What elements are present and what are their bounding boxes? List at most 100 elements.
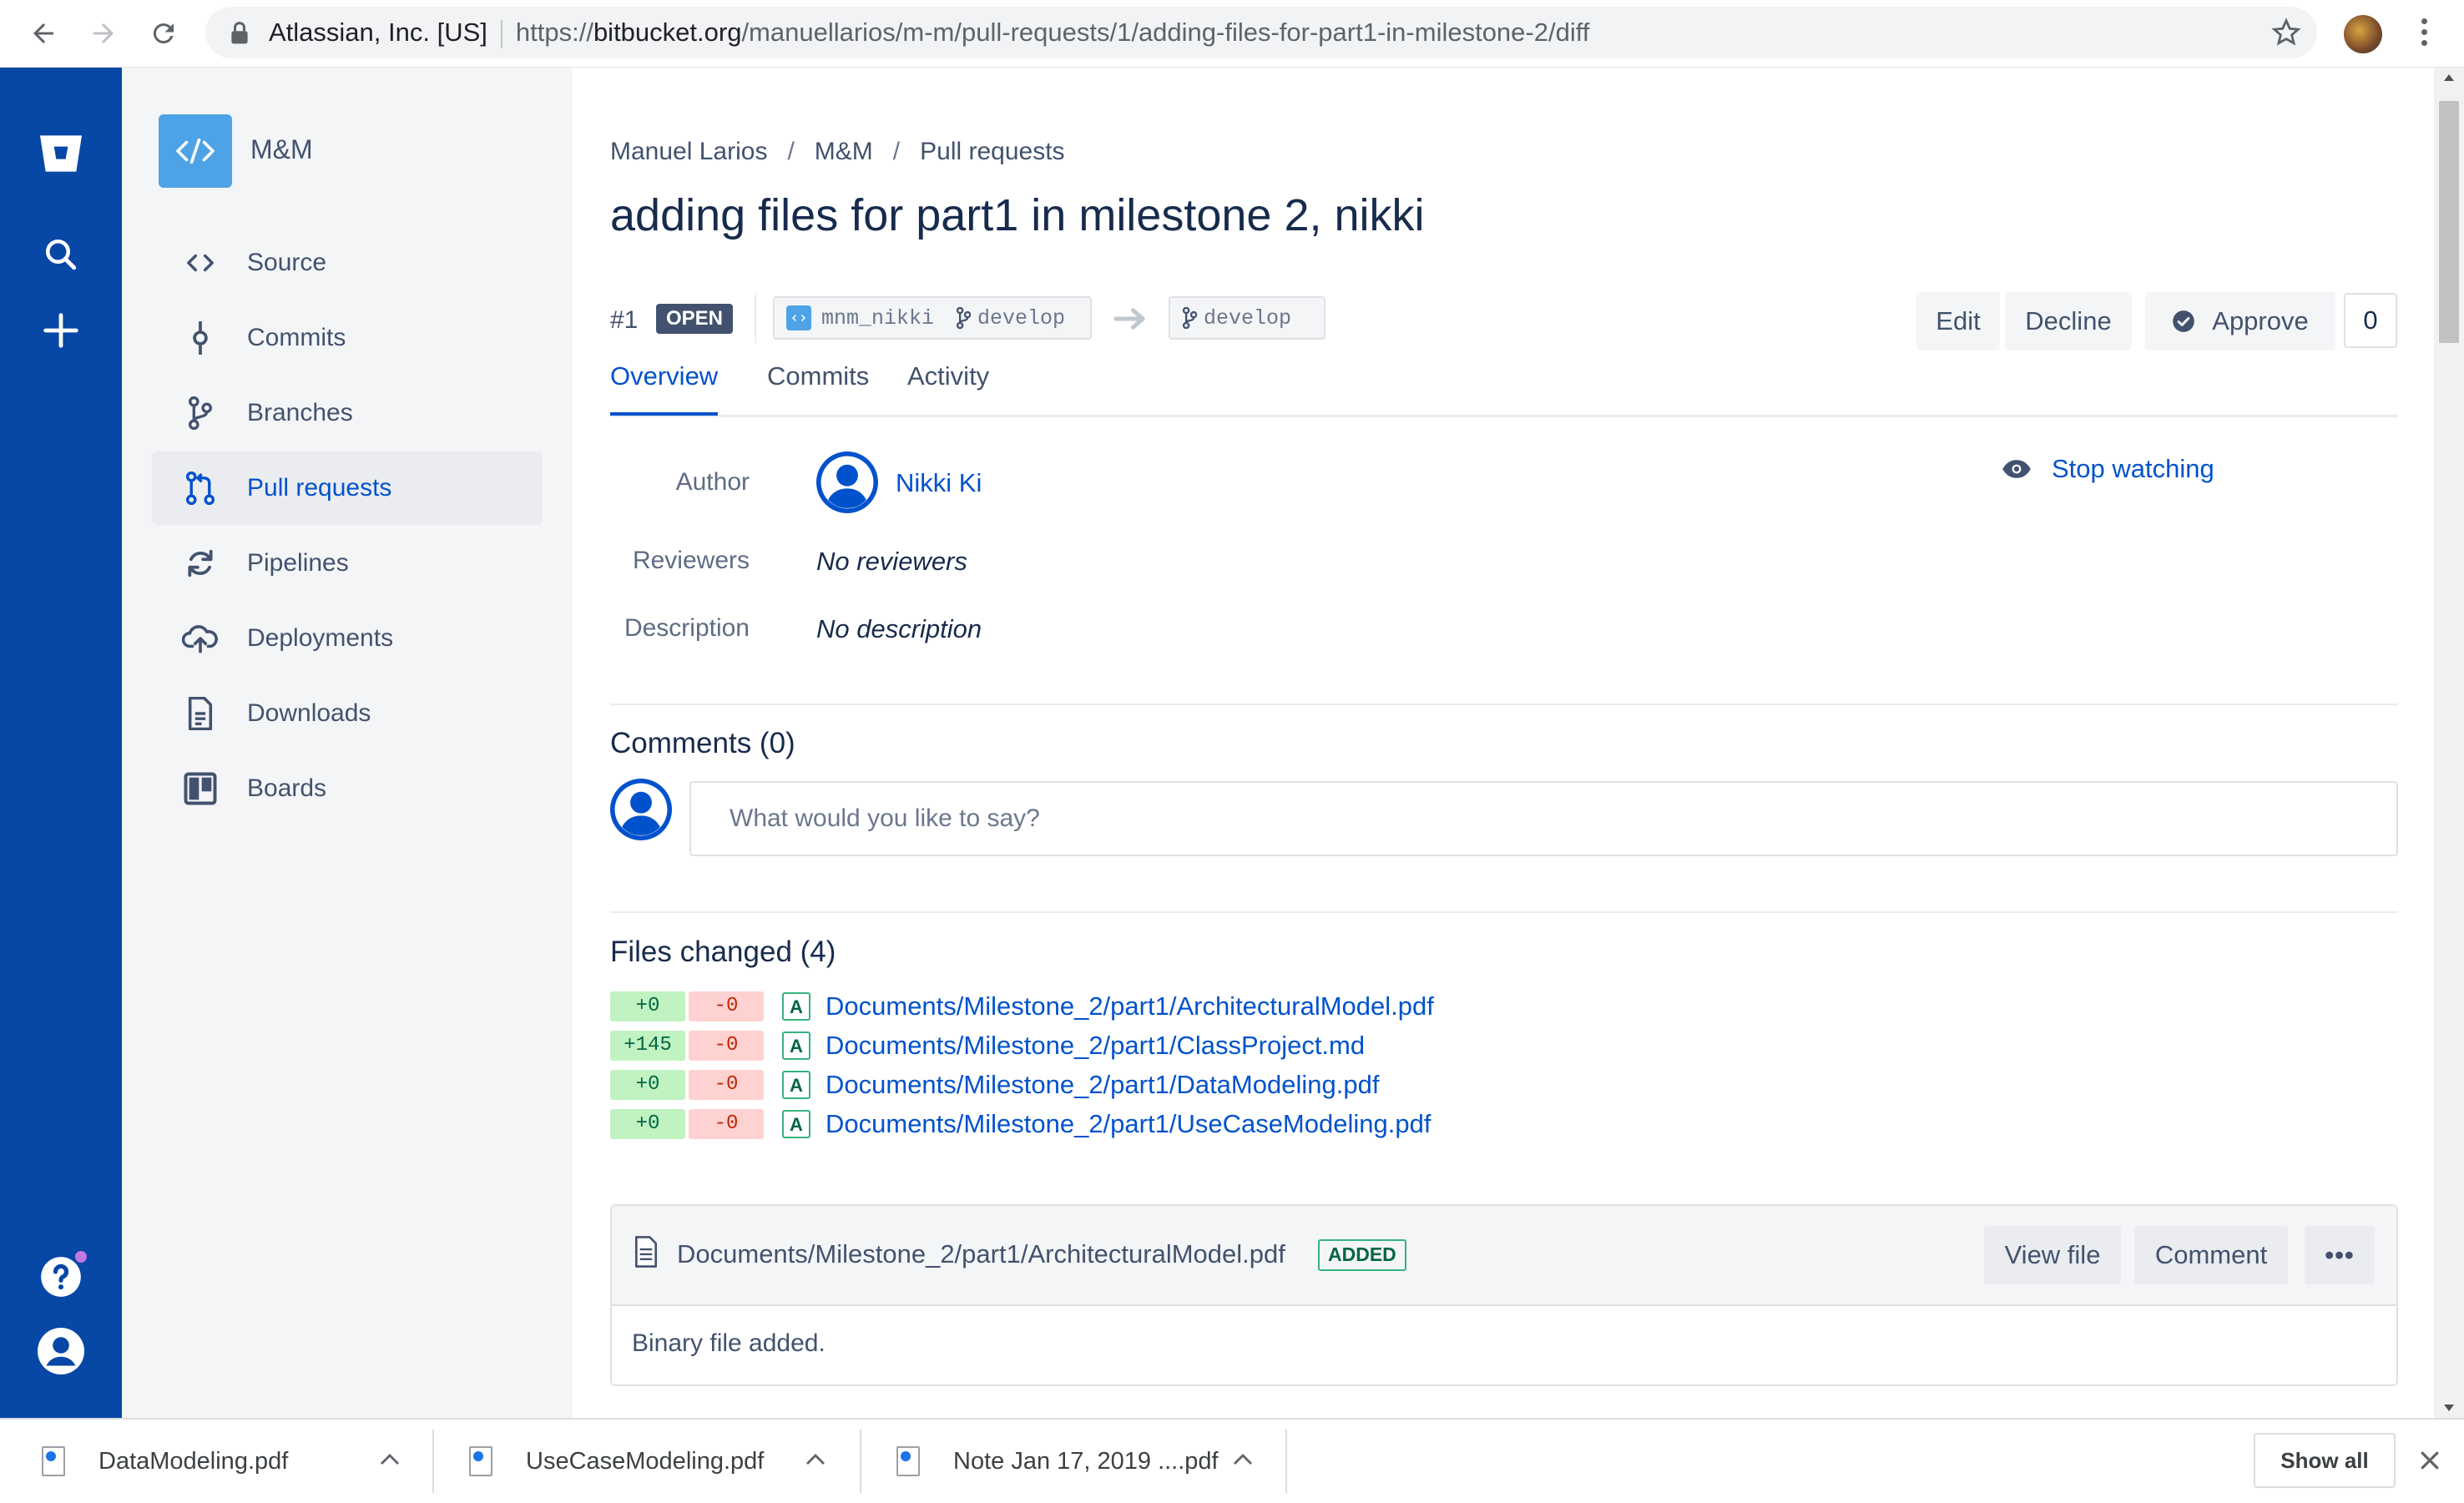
sidebar-item-boards[interactable]: Boards [152, 752, 543, 825]
tab-overview[interactable]: Overview [610, 361, 719, 416]
lines-added: +0 [610, 991, 685, 1021]
check-circle-icon [2173, 310, 2195, 332]
global-sidebar [0, 68, 122, 1418]
source-branch[interactable]: mnm_nikki develop [773, 296, 1092, 340]
url-host: bitbucket.org [593, 18, 742, 47]
file-added-badge: A [782, 1071, 810, 1099]
file-link[interactable]: Documents/Milestone_2/part1/ClassProject… [826, 1031, 1365, 1061]
chevron-up-icon[interactable] [379, 1451, 401, 1468]
file-icon [634, 1236, 658, 1268]
branch-icon [175, 396, 225, 430]
board-icon [175, 772, 225, 805]
close-icon[interactable] [2417, 1448, 2442, 1473]
file-link[interactable]: Documents/Milestone_2/part1/Architectura… [826, 991, 1434, 1021]
scroll-down-icon[interactable] [2442, 1403, 2456, 1413]
user-avatar-icon[interactable] [37, 1327, 85, 1375]
reviewers-label: Reviewers [632, 547, 750, 574]
comment-button[interactable]: Comment [2134, 1226, 2288, 1284]
chevron-up-icon[interactable] [805, 1451, 826, 1468]
destination-branch[interactable]: develop [1169, 296, 1325, 340]
pr-tabs: Overview Commits Activity [610, 361, 2398, 417]
tab-activity[interactable]: Activity [907, 361, 989, 412]
code-icon[interactable] [159, 114, 232, 188]
breadcrumb-pull-requests[interactable]: Pull requests [920, 138, 1064, 165]
sidebar-item-commits[interactable]: Commits [152, 301, 543, 375]
added-badge: ADDED [1318, 1239, 1406, 1271]
stop-watching-link[interactable]: Stop watching [2002, 454, 2214, 484]
approve-label: Approve [2212, 306, 2309, 335]
sidebar-item-label: Branches [247, 399, 353, 426]
comment-input[interactable]: What would you like to say? [689, 781, 2398, 856]
breadcrumb-repo[interactable]: M&M [815, 138, 873, 165]
sidebar-item-label: Pipelines [247, 549, 349, 577]
project-sidebar: M&M Source Commits Branches Pull request… [122, 68, 573, 1418]
cloud-upload-icon [175, 623, 225, 653]
sidebar-item-downloads[interactable]: Downloads [152, 677, 543, 750]
sidebar-item-branches[interactable]: Branches [152, 376, 543, 450]
project-name[interactable]: M&M [250, 134, 313, 165]
browser-menu-icon[interactable] [2414, 15, 2434, 53]
file-diff-header: Documents/Milestone_2/part1/Architectura… [612, 1206, 2396, 1306]
diff-file-path: Documents/Milestone_2/part1/Architectura… [677, 1239, 1285, 1268]
description-label: Description [624, 614, 750, 642]
eye-icon [2002, 460, 2031, 478]
sidebar-item-label: Downloads [247, 699, 371, 727]
list-item: +145 -0 A Documents/Milestone_2/part1/Cl… [610, 1031, 1365, 1061]
download-item[interactable]: DataModeling.pdf [42, 1420, 288, 1503]
reload-icon [153, 23, 174, 44]
file-link[interactable]: Documents/Milestone_2/part1/DataModeling… [826, 1070, 1379, 1100]
section-divider [610, 704, 2398, 705]
repo-icon [786, 305, 811, 330]
forward-button[interactable] [82, 12, 125, 55]
author-avatar[interactable] [816, 451, 878, 513]
scrollbar-thumb[interactable] [2439, 101, 2459, 343]
author-name-link[interactable]: Nikki Ki [896, 468, 982, 498]
destination-branch-name: develop [1204, 305, 1292, 330]
sidebar-item-pipelines[interactable]: Pipelines [152, 527, 543, 600]
sidebar-item-deployments[interactable]: Deployments [152, 602, 543, 675]
approve-button[interactable]: Approve [2145, 292, 2335, 351]
show-all-button[interactable]: Show all [2254, 1433, 2396, 1488]
file-link[interactable]: Documents/Milestone_2/part1/UseCaseModel… [826, 1109, 1431, 1139]
source-repo-name: mnm_nikki [821, 305, 935, 330]
sidebar-item-source[interactable]: Source [152, 226, 543, 300]
sidebar-item-pull-requests[interactable]: Pull requests [152, 451, 543, 525]
section-divider [610, 911, 2398, 913]
approval-count: 0 [2344, 293, 2397, 348]
status-badge: OPEN [656, 304, 734, 334]
branch-icon [956, 307, 972, 329]
page-title: adding files for part1 in milestone 2, n… [610, 190, 1425, 240]
comments-heading: Comments (0) [610, 727, 795, 759]
breadcrumb-owner[interactable]: Manuel Larios [610, 138, 767, 165]
chevron-up-icon[interactable] [1232, 1451, 1254, 1468]
decline-button[interactable]: Decline [2005, 292, 2132, 351]
pdf-file-icon [896, 1446, 920, 1476]
address-bar[interactable]: Atlassian, Inc. [US] https://bitbucket.or… [205, 7, 2317, 58]
reviewers-value: No reviewers [816, 547, 967, 576]
view-file-button[interactable]: View file [1984, 1226, 2121, 1284]
file-added-badge: A [782, 992, 810, 1021]
create-plus-icon[interactable] [37, 306, 85, 355]
pr-number: #1 [610, 306, 639, 334]
arrow-right-icon [1113, 308, 1145, 330]
document-icon [175, 697, 225, 730]
bookmark-star-icon[interactable] [2270, 17, 2302, 48]
edit-button[interactable]: Edit [1916, 292, 2000, 351]
lines-added: +0 [610, 1070, 685, 1100]
tab-commits[interactable]: Commits [767, 361, 869, 412]
profile-avatar[interactable] [2344, 15, 2382, 53]
search-icon[interactable] [37, 230, 85, 279]
scroll-up-icon[interactable] [2442, 73, 2456, 83]
bitbucket-logo-icon[interactable] [37, 129, 85, 178]
sidebar-item-label: Pull requests [247, 474, 392, 502]
download-divider [432, 1430, 434, 1493]
back-button[interactable] [22, 12, 65, 55]
download-item[interactable]: Note Jan 17, 2019 ....pdf [896, 1420, 1219, 1503]
reload-button[interactable] [142, 12, 185, 55]
site-identity: Atlassian, Inc. [US] [269, 18, 487, 47]
more-options-icon[interactable]: ••• [2305, 1226, 2375, 1284]
download-item[interactable]: UseCaseModeling.pdf [469, 1420, 764, 1503]
page-scrollbar[interactable] [2434, 68, 2464, 1418]
pull-request-icon [175, 472, 225, 505]
list-item: +0 -0 A Documents/Milestone_2/part1/UseC… [610, 1109, 1431, 1139]
